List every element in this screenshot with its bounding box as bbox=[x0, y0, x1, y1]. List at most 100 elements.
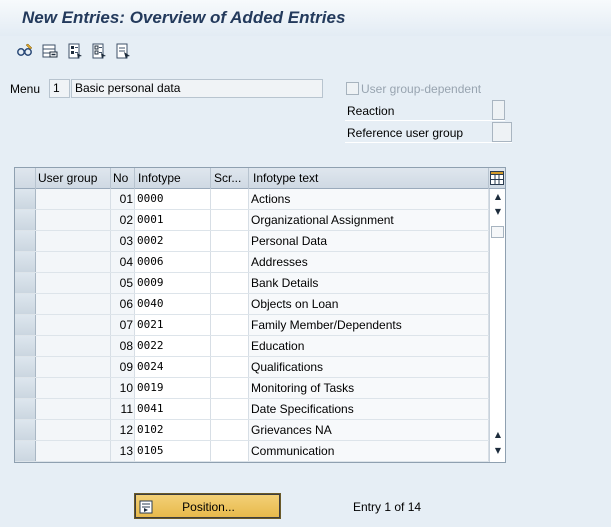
application-toolbar bbox=[0, 36, 611, 67]
row-selector[interactable] bbox=[15, 357, 36, 377]
row-selector[interactable] bbox=[15, 399, 36, 419]
table-header: User group No Infotype Scr... Infotype t… bbox=[15, 168, 505, 189]
select-all-icon[interactable] bbox=[66, 42, 84, 60]
user-group-cell[interactable] bbox=[36, 294, 111, 314]
glasses-edit-icon[interactable] bbox=[16, 42, 34, 60]
infotype-text-cell: Monitoring of Tasks bbox=[249, 378, 489, 398]
no-cell: 01 bbox=[111, 189, 135, 209]
select-block-icon[interactable] bbox=[114, 42, 132, 60]
screen-cell[interactable] bbox=[211, 273, 249, 293]
row-selector[interactable] bbox=[15, 315, 36, 335]
no-cell: 13 bbox=[111, 441, 135, 461]
column-header-infotype-text[interactable]: Infotype text bbox=[249, 168, 489, 189]
scroll-up-icon[interactable]: ▲ bbox=[492, 430, 504, 440]
table-settings-icon[interactable] bbox=[489, 168, 505, 189]
menu-number-field[interactable]: 1 bbox=[49, 79, 70, 98]
column-header-no[interactable]: No bbox=[111, 168, 135, 189]
screen-cell[interactable] bbox=[211, 231, 249, 251]
user-group-cell[interactable] bbox=[36, 441, 111, 461]
row-selector[interactable] bbox=[15, 189, 36, 209]
infotype-cell[interactable]: 0022 bbox=[135, 336, 211, 356]
infotype-text-cell: Addresses bbox=[249, 252, 489, 272]
row-selector[interactable] bbox=[15, 378, 36, 398]
title-bar: New Entries: Overview of Added Entries bbox=[0, 0, 611, 36]
screen-cell[interactable] bbox=[211, 378, 249, 398]
user-group-cell[interactable] bbox=[36, 399, 111, 419]
reaction-field[interactable] bbox=[492, 100, 505, 120]
user-group-cell[interactable] bbox=[36, 336, 111, 356]
user-group-cell[interactable] bbox=[36, 315, 111, 335]
screen-cell[interactable] bbox=[211, 294, 249, 314]
table-row[interactable]: 01 0000 Actions bbox=[15, 189, 489, 210]
menu-label: Menu bbox=[10, 82, 41, 96]
screen-cell[interactable] bbox=[211, 252, 249, 272]
row-selector[interactable] bbox=[15, 336, 36, 356]
infotype-cell[interactable]: 0105 bbox=[135, 441, 211, 461]
table-row[interactable]: 06 0040 Objects on Loan bbox=[15, 294, 489, 315]
infotype-cell[interactable]: 0006 bbox=[135, 252, 211, 272]
screen-cell[interactable] bbox=[211, 420, 249, 440]
infotype-text-cell: Actions bbox=[249, 189, 489, 209]
scroll-down-icon[interactable]: ▼ bbox=[492, 207, 504, 217]
infotype-cell[interactable]: 0040 bbox=[135, 294, 211, 314]
screen-cell[interactable] bbox=[211, 189, 249, 209]
table-row[interactable]: 09 0024 Qualifications bbox=[15, 357, 489, 378]
infotype-cell[interactable]: 0024 bbox=[135, 357, 211, 377]
position-button[interactable]: Position... bbox=[134, 493, 281, 519]
scrollbar-thumb[interactable] bbox=[491, 226, 504, 238]
row-selector[interactable] bbox=[15, 273, 36, 293]
column-header-screen[interactable]: Scr... bbox=[211, 168, 249, 189]
column-header-infotype[interactable]: Infotype bbox=[135, 168, 211, 189]
infotype-cell[interactable]: 0041 bbox=[135, 399, 211, 419]
user-group-cell[interactable] bbox=[36, 273, 111, 293]
scroll-page-down-icon[interactable]: ▼ bbox=[492, 446, 504, 456]
row-selector[interactable] bbox=[15, 210, 36, 230]
screen-cell[interactable] bbox=[211, 210, 249, 230]
user-group-cell[interactable] bbox=[36, 231, 111, 251]
select-all-rows-cell[interactable] bbox=[15, 168, 36, 189]
table-row[interactable]: 12 0102 Grievances NA bbox=[15, 420, 489, 441]
deselect-all-icon[interactable] bbox=[90, 42, 108, 60]
table-row[interactable]: 02 0001 Organizational Assignment bbox=[15, 210, 489, 231]
infotype-cell[interactable]: 0001 bbox=[135, 210, 211, 230]
table-row[interactable]: 13 0105 Communication bbox=[15, 441, 489, 462]
user-group-cell[interactable] bbox=[36, 252, 111, 272]
user-group-dependent-checkbox[interactable] bbox=[346, 82, 359, 95]
user-group-cell[interactable] bbox=[36, 420, 111, 440]
infotype-cell[interactable]: 0102 bbox=[135, 420, 211, 440]
delete-row-icon[interactable] bbox=[41, 42, 59, 60]
column-header-user-group[interactable]: User group bbox=[36, 168, 111, 189]
row-selector[interactable] bbox=[15, 294, 36, 314]
scroll-page-up-icon[interactable]: ▲ bbox=[492, 192, 504, 202]
infotype-cell[interactable]: 0021 bbox=[135, 315, 211, 335]
row-selector[interactable] bbox=[15, 252, 36, 272]
table-row[interactable]: 04 0006 Addresses bbox=[15, 252, 489, 273]
table-row[interactable]: 08 0022 Education bbox=[15, 336, 489, 357]
infotype-cell[interactable]: 0000 bbox=[135, 189, 211, 209]
table-row[interactable]: 10 0019 Monitoring of Tasks bbox=[15, 378, 489, 399]
table-row[interactable]: 03 0002 Personal Data bbox=[15, 231, 489, 252]
table-row[interactable]: 05 0009 Bank Details bbox=[15, 273, 489, 294]
infotype-cell[interactable]: 0002 bbox=[135, 231, 211, 251]
user-group-dependent-label: User group-dependent bbox=[361, 82, 482, 96]
vertical-scrollbar[interactable]: ▲ ▼ ▲ ▼ bbox=[489, 189, 505, 462]
screen-cell[interactable] bbox=[211, 336, 249, 356]
infotype-cell[interactable]: 0009 bbox=[135, 273, 211, 293]
table-row[interactable]: 11 0041 Date Specifications bbox=[15, 399, 489, 420]
table-row[interactable]: 07 0021 Family Member/Dependents bbox=[15, 315, 489, 336]
user-group-cell[interactable] bbox=[36, 210, 111, 230]
row-selector[interactable] bbox=[15, 441, 36, 461]
screen-cell[interactable] bbox=[211, 399, 249, 419]
screen-cell[interactable] bbox=[211, 357, 249, 377]
reference-user-group-field[interactable] bbox=[492, 122, 512, 142]
screen-cell[interactable] bbox=[211, 315, 249, 335]
screen-cell[interactable] bbox=[211, 441, 249, 461]
user-group-cell[interactable] bbox=[36, 189, 111, 209]
row-selector[interactable] bbox=[15, 231, 36, 251]
infotype-cell[interactable]: 0019 bbox=[135, 378, 211, 398]
entry-status: Entry 1 of 14 bbox=[353, 500, 422, 514]
row-selector[interactable] bbox=[15, 420, 36, 440]
user-group-cell[interactable] bbox=[36, 378, 111, 398]
user-group-cell[interactable] bbox=[36, 357, 111, 377]
no-cell: 06 bbox=[111, 294, 135, 314]
